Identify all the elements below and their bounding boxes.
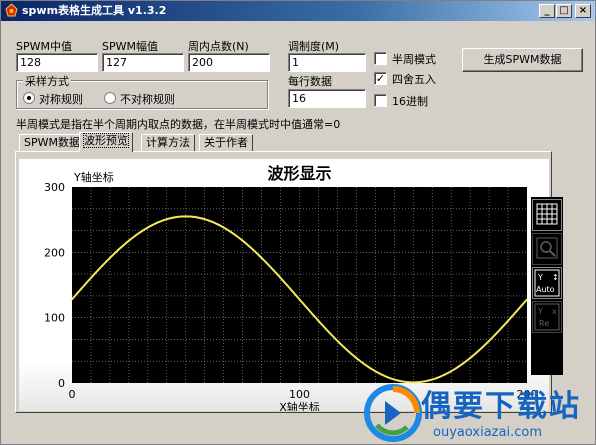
data-point	[298, 298, 301, 301]
x-axis-label: X轴坐标	[279, 400, 320, 411]
watermark-url: ouyaoxiazai.com	[433, 425, 542, 440]
spwm-amp-input[interactable]	[102, 53, 184, 72]
tab-waveform-preview-label: 波形预览	[83, 133, 129, 148]
title-bar[interactable]: spwm表格生成工具 v1.3.2 _ □ ×	[1, 1, 595, 21]
spwm-amp-label: SPWM幅值	[102, 40, 158, 53]
hex-checkbox[interactable]	[374, 94, 387, 107]
modulation-label: 调制度(M)	[288, 40, 340, 53]
symmetric-radio[interactable]	[23, 92, 35, 104]
spwm-mid-input[interactable]	[16, 53, 98, 72]
sampling-title: 采样方式	[23, 73, 71, 89]
half-period-checkbox[interactable]	[374, 52, 387, 65]
grid-icon[interactable]	[532, 199, 562, 231]
watermark-swirl-icon	[364, 384, 422, 442]
x-tick-label: 100	[289, 388, 310, 401]
tab-spwm-data-label: SPWM数据	[24, 136, 80, 149]
modulation-input[interactable]	[288, 53, 366, 72]
data-point	[93, 273, 96, 275]
spwm-mid-label: SPWM中值	[16, 40, 72, 53]
data-point	[71, 298, 73, 301]
data-point	[321, 324, 324, 326]
generate-spwm-button[interactable]: 生成SPWM数据	[462, 48, 583, 72]
data-point	[116, 249, 119, 252]
svg-text:↕: ↕	[552, 273, 559, 282]
maximize-button[interactable]: □	[556, 4, 572, 18]
data-point	[230, 231, 233, 233]
points-input[interactable]	[188, 53, 270, 72]
data-point	[389, 377, 392, 380]
points-label: 周内点数(N)	[188, 40, 249, 53]
data-point	[162, 219, 164, 222]
svg-text:Y: Y	[537, 273, 543, 282]
y-axis-label: Y轴坐标	[73, 170, 114, 184]
tab-calculation[interactable]: 计算方法	[141, 134, 195, 151]
hint-text: 半周模式是指在半个周期内取点的数据，在半周模式时中值通常=0	[16, 118, 341, 131]
app-icon	[5, 3, 18, 17]
y-auto-icon[interactable]: Y ↕ Auto	[532, 267, 562, 299]
y-reset-icon[interactable]: Y x Re	[532, 301, 562, 333]
chart-toolbar: Y ↕ Auto Y x Re	[531, 197, 563, 375]
waveform-chart-area: 波形显示 Y轴坐标 X轴坐标 0 100 200 300 0 100 200	[19, 159, 549, 411]
tab-waveform-preview[interactable]: 波形预览	[79, 132, 133, 152]
data-point	[526, 298, 528, 301]
zoom-icon[interactable]	[532, 233, 562, 265]
data-point	[366, 365, 369, 368]
watermark-text: 偶要下载站	[421, 389, 581, 424]
tab-spwm-data[interactable]: SPWM数据	[19, 134, 85, 151]
close-button[interactable]: ×	[575, 4, 591, 18]
per-row-label: 每行数据	[288, 75, 332, 88]
svg-text:x: x	[552, 307, 557, 316]
waveform-chart: 波形显示Y轴坐标X轴坐标01002003000 100 200	[44, 164, 538, 411]
asymmetric-radio[interactable]	[104, 92, 116, 104]
chart-title: 波形显示	[267, 164, 331, 183]
rounding-label: 四舍五入	[392, 73, 436, 86]
y-reset-label: Re	[539, 319, 549, 328]
tab-about-author-label: 关于作者	[204, 136, 248, 149]
window-title: spwm表格生成工具 v1.3.2	[22, 4, 167, 17]
data-point	[139, 231, 142, 233]
y-tick-label: 200	[44, 246, 65, 259]
hex-label: 16进制	[392, 95, 428, 108]
tab-calculation-label: 计算方法	[146, 136, 190, 149]
rounding-checkbox[interactable]: ✓	[374, 72, 387, 85]
data-point	[480, 347, 483, 350]
x-tick-label: 0	[69, 388, 76, 401]
asymmetric-label: 不对称规则	[120, 93, 175, 106]
half-period-label: 半周模式	[392, 53, 436, 66]
data-point	[184, 215, 187, 218]
data-point	[344, 347, 346, 350]
watermark-logo: 偶要下载站 ouyaoxiazai.com	[363, 381, 596, 445]
plot-background	[72, 187, 527, 383]
data-point	[253, 249, 255, 252]
y-auto-label: Auto	[536, 285, 555, 294]
minimize-button[interactable]: _	[539, 4, 555, 18]
svg-text:Y: Y	[537, 307, 543, 316]
data-point	[435, 377, 437, 380]
data-point	[207, 219, 210, 222]
symmetric-label: 对称规则	[39, 93, 83, 106]
y-tick-label: 0	[58, 377, 65, 390]
per-row-input[interactable]	[288, 89, 366, 108]
y-tick-label: 100	[44, 312, 65, 325]
data-point	[275, 273, 278, 275]
app-window: spwm表格生成工具 v1.3.2 _ □ × SPWM中值 SPWM幅值 周内…	[0, 0, 596, 445]
tab-about-author[interactable]: 关于作者	[199, 134, 253, 151]
y-tick-label: 300	[44, 181, 65, 194]
data-point	[503, 324, 506, 326]
data-point	[457, 365, 460, 368]
